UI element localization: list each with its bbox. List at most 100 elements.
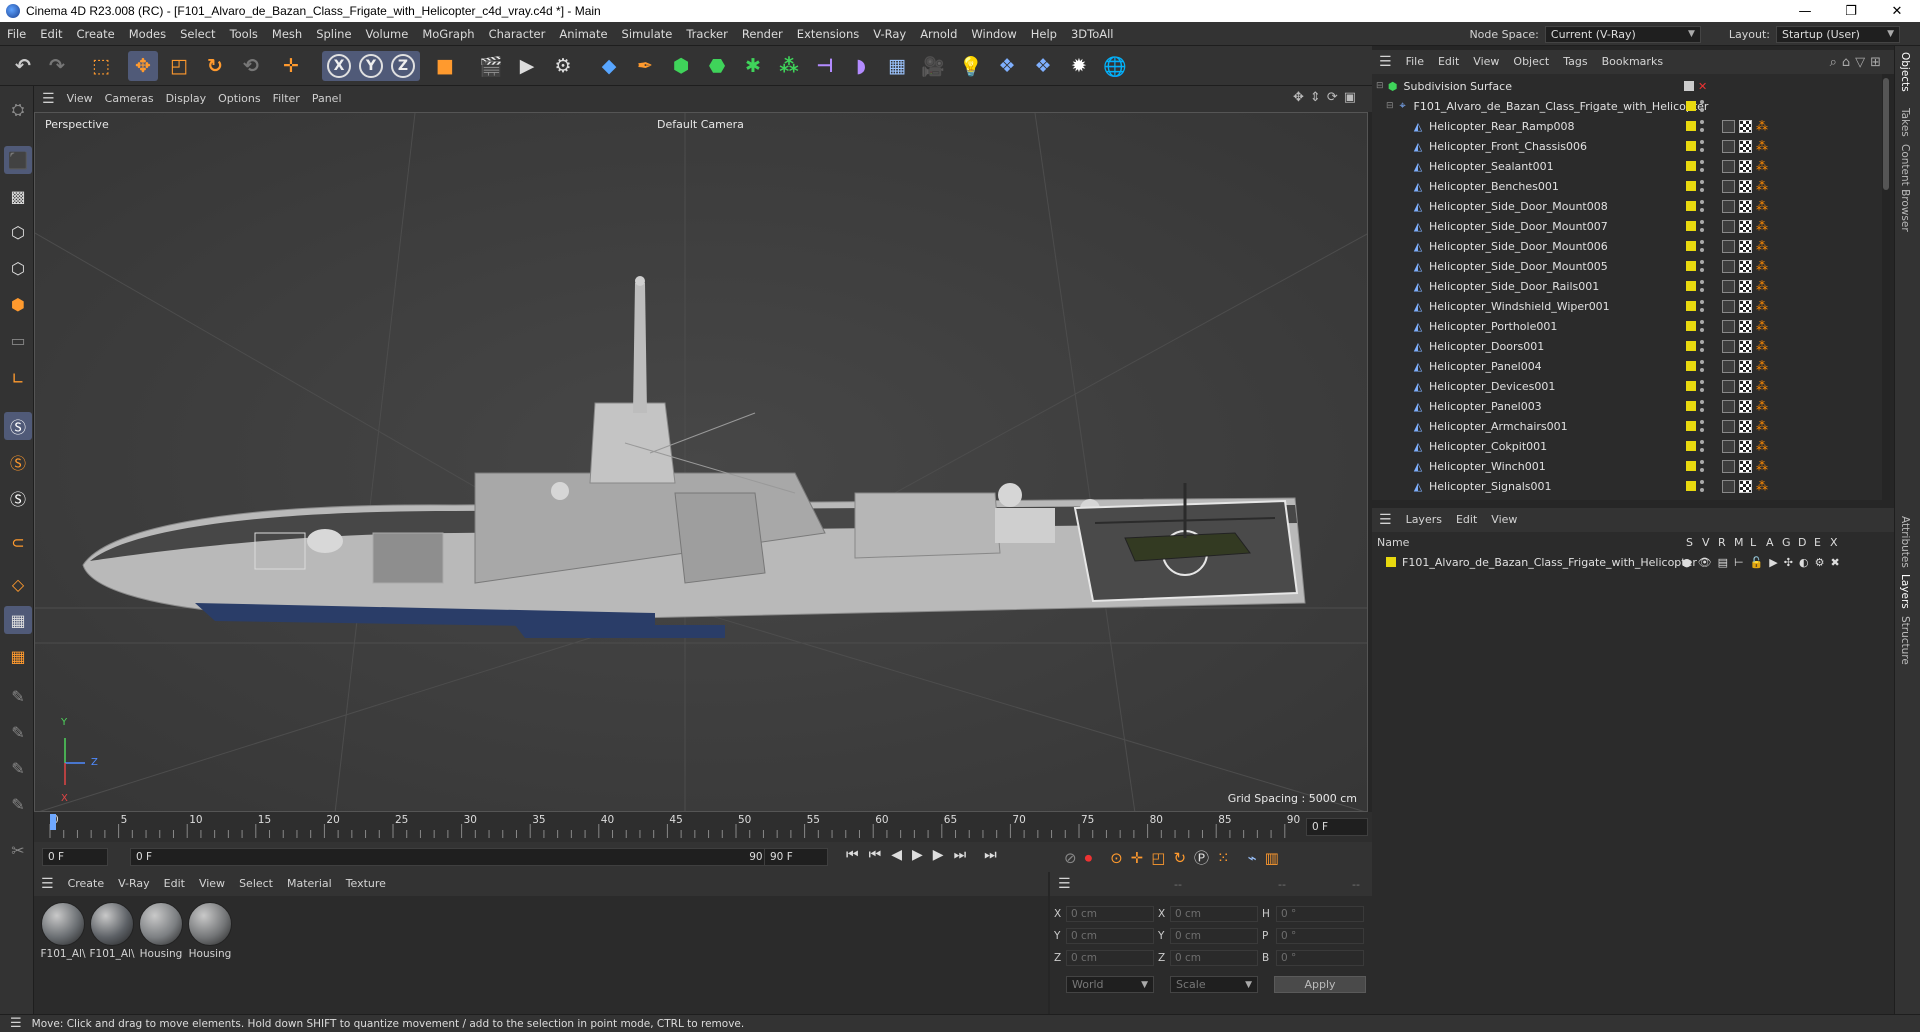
tree-row-child-object[interactable]: ◭ Helicopter_Front_Chassis006 ⁂ [1372, 136, 1882, 156]
vray-tag-icon[interactable]: ⁂ [1756, 400, 1769, 413]
solo-toggle-icon[interactable]: ● [1682, 556, 1692, 569]
menu-animate[interactable]: Animate [552, 22, 614, 46]
tree-row-child-object[interactable]: ◭ Helicopter_Winch001 ⁂ [1372, 456, 1882, 476]
menu-create[interactable]: Create [70, 22, 122, 46]
size-x-field[interactable]: 0 cm [1170, 906, 1258, 922]
expression-toggle-icon[interactable]: ⚙ [1815, 556, 1825, 569]
phong-tag-icon[interactable] [1722, 479, 1735, 493]
viewport-menu-panel[interactable]: Panel [306, 86, 348, 112]
phong-tag-icon[interactable] [1722, 179, 1735, 193]
model-mode-button[interactable]: ⬛ [4, 146, 32, 174]
xref-toggle-icon[interactable]: ✖ [1830, 556, 1839, 569]
render-view-button[interactable]: 🎬 [476, 51, 506, 81]
vray-tag-icon[interactable]: ⁂ [1756, 280, 1769, 293]
timeline-ruler[interactable]: 051015202530354045505560657075808590 0 F [34, 812, 1372, 842]
generator-toggle-icon[interactable]: ✣ [1784, 556, 1793, 569]
next-frame-button[interactable]: ▶ [933, 847, 944, 863]
vray-tag-icon[interactable]: ⁂ [1756, 120, 1769, 133]
visibility-dots[interactable] [1700, 320, 1704, 332]
phong-tag-icon[interactable] [1722, 279, 1735, 293]
layer-color-swatch[interactable] [1686, 381, 1696, 391]
texture-tag-icon[interactable] [1739, 219, 1752, 233]
key-parameter-icon[interactable]: Ⓟ [1194, 847, 1209, 868]
move-tool-button[interactable]: ✥ [128, 51, 158, 81]
phong-tag-icon[interactable] [1722, 459, 1735, 473]
layer-flag-render[interactable]: R [1718, 536, 1726, 549]
material-hamburger-icon[interactable]: ☰ [34, 872, 61, 896]
coordinates-hamburger-icon[interactable]: ☰ [1050, 876, 1079, 892]
timeline-window-icon[interactable]: ▥ [1265, 849, 1279, 867]
viewport-menu-cameras[interactable]: Cameras [99, 86, 160, 112]
tree-row-child-object[interactable]: ◭ Helicopter_Signals001 ⁂ [1372, 476, 1882, 496]
vray-tag-icon[interactable]: ⁂ [1756, 340, 1769, 353]
minimize-button[interactable]: — [1782, 0, 1828, 22]
animation-toggle-icon[interactable]: ▶ [1769, 556, 1777, 569]
sculpt-button[interactable]: ✎ [4, 718, 32, 746]
tab-takes[interactable]: Takes [1899, 108, 1911, 137]
redo-button[interactable]: ↷ [42, 51, 72, 81]
phong-tag-icon[interactable] [1722, 319, 1735, 333]
node-space-dropdown[interactable]: Current (V-Ray) ▼ [1544, 25, 1701, 43]
scale-tool-button[interactable]: ◰ [164, 51, 194, 81]
timeline-playhead[interactable] [50, 814, 56, 830]
phong-tag-icon[interactable] [1722, 219, 1735, 233]
key-position-icon[interactable]: ✛ [1131, 849, 1144, 867]
menu-modes[interactable]: Modes [122, 22, 173, 46]
layout-dropdown[interactable]: Startup (User) ▼ [1776, 25, 1900, 43]
size-mode-dropdown[interactable]: Scale ▼ [1170, 976, 1258, 993]
tree-row-frigate-group[interactable]: ⊟ ⌖ F101_Alvaro_de_Bazan_Class_Frigate_w… [1372, 96, 1882, 116]
collapse-icon[interactable]: ⊟ [1376, 81, 1384, 91]
phong-tag-icon[interactable] [1722, 379, 1735, 393]
menu-mesh[interactable]: Mesh [265, 22, 309, 46]
texture-tag-icon[interactable] [1739, 199, 1752, 213]
layer-color-swatch[interactable] [1686, 441, 1696, 451]
layer-flag-manager[interactable]: M [1734, 536, 1744, 549]
render-settings-button[interactable]: ⚙ [548, 51, 578, 81]
paint-button[interactable]: ✎ [4, 682, 32, 710]
lock-icon[interactable]: 🔓 [1750, 556, 1764, 569]
texture-tag-icon[interactable] [1739, 359, 1752, 373]
menu-arnold[interactable]: Arnold [913, 22, 964, 46]
disabled-x-icon[interactable]: ✕ [1698, 80, 1707, 93]
layer-color-swatch[interactable] [1686, 341, 1696, 351]
visibility-dots[interactable] [1700, 460, 1704, 472]
record-disabled-icon[interactable]: ⊘ [1064, 849, 1077, 867]
layer-flag-solo[interactable]: S [1686, 536, 1693, 549]
key-rotation-icon[interactable]: ↻ [1173, 849, 1186, 867]
cloner-button[interactable]: ✱ [738, 51, 768, 81]
texture-tag-icon[interactable] [1739, 399, 1752, 413]
floor-button[interactable]: ▦ [882, 51, 912, 81]
object-menu-view[interactable]: View [1466, 50, 1506, 74]
pen-spline-button[interactable]: ✒ [630, 51, 660, 81]
motion-graph-icon[interactable]: ⌁ [1248, 849, 1257, 867]
tree-row-subdivision-surface[interactable]: ⊟ ⬢ Subdivision Surface ✕ [1372, 76, 1882, 96]
visibility-dots[interactable] [1700, 200, 1704, 212]
go-to-start-button[interactable]: ⏮ [846, 847, 859, 863]
grid-button[interactable]: ▦ [4, 606, 32, 634]
pos-x-field[interactable]: 0 cm [1066, 906, 1154, 922]
material-menu-select[interactable]: Select [232, 872, 280, 896]
tree-row-child-object[interactable]: ◭ Helicopter_Doors001 ⁂ [1372, 336, 1882, 356]
layer-color-swatch[interactable] [1686, 221, 1696, 231]
vray-tag-icon[interactable]: ⁂ [1756, 160, 1769, 173]
mograph-button[interactable]: ⁂ [774, 51, 804, 81]
field-button[interactable]: ◗ [846, 51, 876, 81]
menu-window[interactable]: Window [964, 22, 1023, 46]
previous-frame-button[interactable]: ◀ [891, 847, 902, 863]
subdivision-button[interactable]: ⬢ [666, 51, 696, 81]
material-menu-edit[interactable]: Edit [157, 872, 192, 896]
material-menu-view[interactable]: View [192, 872, 232, 896]
layer-color-swatch[interactable] [1686, 321, 1696, 331]
viewport-hamburger-icon[interactable]: ☰ [34, 86, 61, 112]
layer-flag-generators[interactable]: G [1782, 536, 1791, 549]
python-script-button[interactable]: ❖ [1028, 51, 1058, 81]
next-keyframe-button[interactable]: ⏭ [954, 847, 967, 863]
status-hamburger-icon[interactable]: ☰ [0, 1016, 32, 1031]
close-button[interactable]: ✕ [1874, 0, 1920, 22]
x-axis-lock-button[interactable]: X [327, 54, 351, 78]
layer-flag-expressions[interactable]: E [1814, 536, 1821, 549]
3d-viewport[interactable]: Perspective Default Camera Grid Spacing … [34, 112, 1368, 812]
visibility-dots[interactable] [1700, 400, 1704, 412]
pos-z-field[interactable]: 0 cm [1066, 950, 1154, 966]
layer-color-swatch[interactable] [1686, 401, 1696, 411]
